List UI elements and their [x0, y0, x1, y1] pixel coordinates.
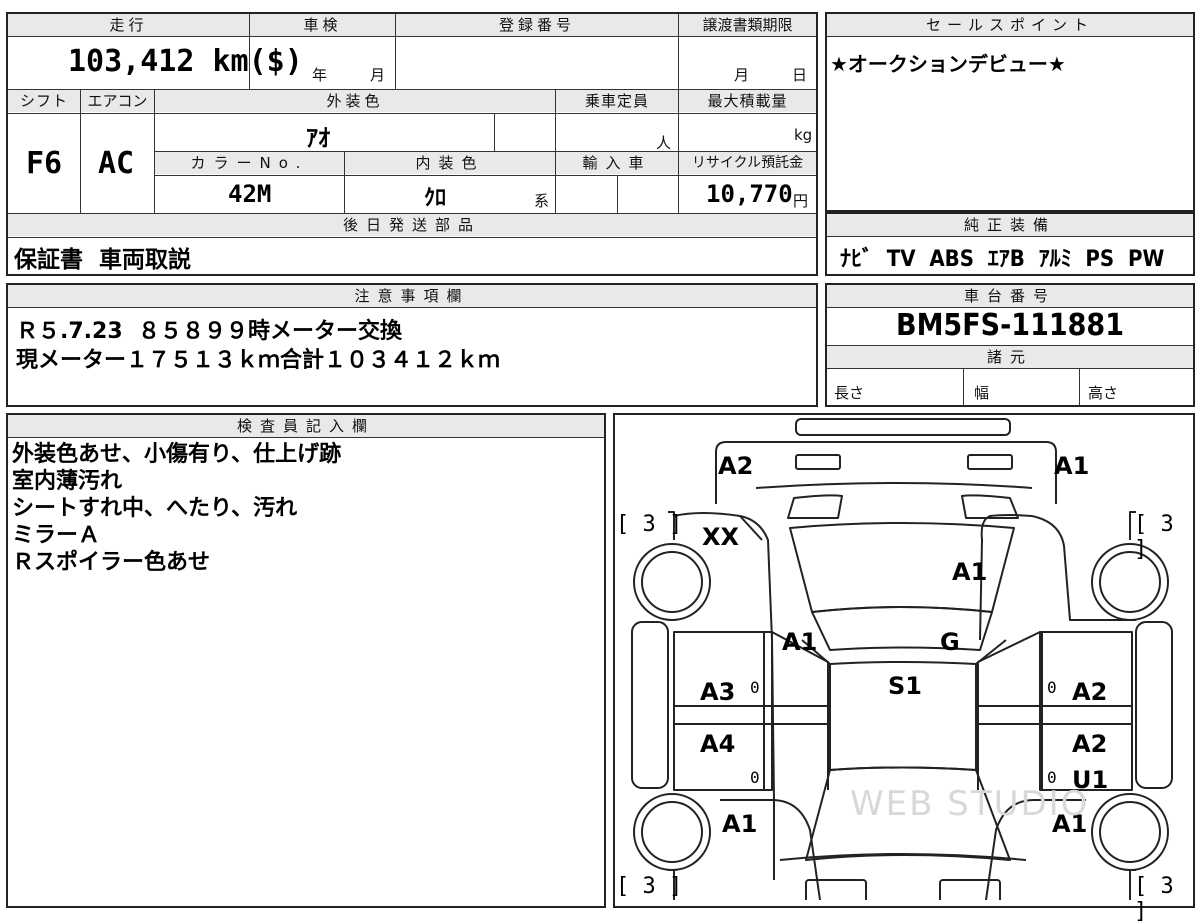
door-fl-zero: 0: [750, 678, 760, 697]
inspector-line-4: ミラーＡ: [12, 523, 101, 548]
inspector-line-3: シートすれ中、へたり、汚れ: [12, 496, 298, 521]
max-load-header: 最大積載量: [679, 90, 816, 112]
recycle-fee-header: リサイクル預託金: [679, 152, 816, 174]
damage-front-right: A1: [1054, 452, 1090, 480]
inspector-header: 検査員記入欄: [8, 415, 604, 437]
color-no-value: 42M: [228, 180, 272, 208]
sales-point-text: ★オークションデビュー★: [830, 52, 1066, 76]
damage-door-rear-right-1: A2: [1072, 730, 1108, 758]
inspection-month-unit: 月: [370, 66, 386, 84]
tire-tread-rear-right: [ 3 ]: [1134, 874, 1174, 924]
color-no-header: カラーNo.: [155, 152, 344, 174]
damage-door-front-left: A3: [700, 678, 736, 706]
registration-header: 登録番号: [396, 14, 678, 36]
damage-door-rear-left: A4: [700, 730, 736, 758]
aircon-value: AC: [98, 146, 135, 181]
mileage-value: 103,412 km($): [68, 44, 303, 79]
aircon-header: エアコン: [81, 90, 154, 112]
inspection-header: 車検: [250, 14, 395, 36]
notes-line-1: Ｒ５.7.23 ８５８９９時メーター交換: [16, 319, 402, 344]
spec-width-label: 幅: [974, 384, 990, 402]
spec-length-label: 長さ: [834, 384, 865, 402]
delivery-parts-value: 保証書 車両取説: [14, 247, 192, 273]
tire-tread-front-left: [ 3 ]: [616, 512, 683, 537]
load-unit: kg: [794, 126, 813, 144]
damage-fender-left: XX: [702, 523, 740, 551]
mileage-header: 走行: [8, 14, 249, 36]
delivery-parts-header: 後日発送部品: [8, 214, 816, 236]
recycle-fee-yen: 円: [793, 192, 809, 210]
inspector-line-2: 室内薄汚れ: [12, 469, 123, 494]
sales-point-header: セールスポイント: [827, 14, 1193, 36]
door-fr-zero: 0: [1047, 678, 1057, 697]
inspector-line-1: 外装色あせ、小傷有り、仕上げ跡: [12, 442, 342, 467]
import-header: 輸入車: [556, 152, 678, 174]
inspector-line-5: Ｒスポイラー色あせ: [12, 550, 211, 575]
interior-color-value: ｸﾛ: [424, 186, 447, 211]
watermark: WEB STUDIO: [850, 784, 1090, 824]
shift-header: シフト: [8, 90, 80, 112]
equipment-header: 純正装備: [827, 214, 1193, 236]
transfer-deadline-header: 譲渡書類期限: [679, 14, 816, 36]
damage-roof: S1: [888, 672, 922, 700]
recycle-fee-value: 10,770: [706, 180, 793, 208]
notes-header: 注意事項欄: [8, 285, 816, 307]
spec-height-label: 高さ: [1088, 384, 1119, 402]
specs-header: 諸元: [827, 346, 1193, 368]
chassis-number: BM5FS-111881: [896, 308, 1124, 343]
notes-line-2: 現メーター１７５１３ｋｍ合計１０３４１２ｋｍ: [16, 348, 501, 373]
transfer-month-unit: 月: [734, 66, 750, 84]
interior-color-header: 内装色: [345, 152, 555, 174]
sales-point-box: [825, 12, 1195, 212]
damage-front-left: A2: [718, 452, 754, 480]
damage-windshield: G: [940, 628, 960, 656]
capacity-header: 乗車定員: [556, 90, 678, 112]
exterior-color-header: 外装色: [155, 90, 555, 112]
tire-tread-front-right: [ 3 ]: [1134, 512, 1174, 562]
equipment-list: ﾅﾋﾞ TV ABS ｴｱB ｱﾙﾐ PS PW: [840, 247, 1165, 272]
tire-tread-rear-left: [ 3 ]: [616, 874, 683, 899]
shift-value: F6: [26, 146, 63, 181]
damage-hood: A1: [952, 558, 988, 586]
inspection-year-unit: 年: [312, 66, 328, 84]
capacity-unit: 人: [656, 134, 672, 152]
transfer-day-unit: 日: [792, 66, 808, 84]
damage-pillar-left: A1: [782, 628, 818, 656]
car-diagram: [631, 418, 1173, 900]
chassis-number-header: 車台番号: [827, 285, 1193, 307]
door-rl-zero: 0: [750, 768, 760, 787]
damage-door-front-right: A2: [1072, 678, 1108, 706]
damage-quarter-left: A1: [722, 810, 758, 838]
exterior-color-value: ｱｵ: [306, 124, 330, 152]
interior-color-suffix: 系: [534, 192, 550, 210]
